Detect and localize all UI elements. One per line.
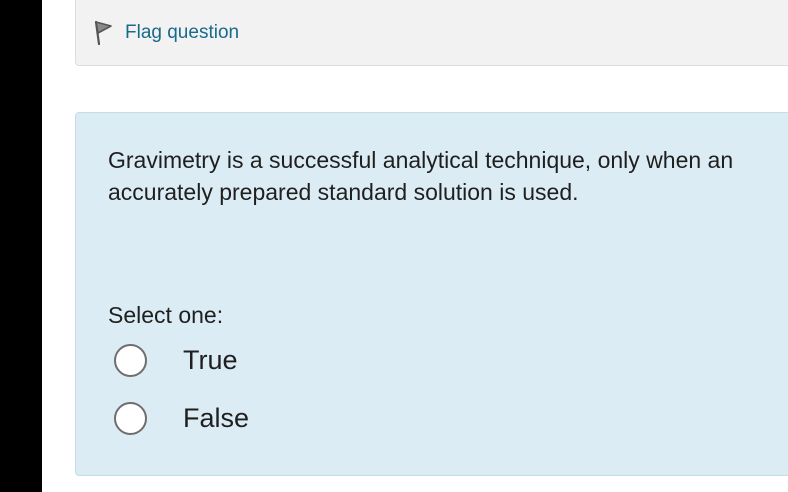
flag-question-link[interactable]: Flag question — [93, 20, 239, 46]
answer-option-false[interactable]: False — [114, 401, 249, 435]
question-text: Gravimetry is a successful analytical te… — [108, 147, 734, 205]
question-content-panel: Gravimetry is a successful analytical te… — [75, 112, 788, 476]
flag-question-label: Flag question — [125, 22, 240, 43]
radio-true[interactable] — [114, 343, 147, 377]
answer-label-true: True — [183, 345, 238, 375]
answer-label-false: False — [183, 403, 250, 433]
radio-false[interactable] — [114, 401, 147, 435]
answer-prompt: Select one: — [108, 302, 224, 328]
flag-icon — [93, 20, 113, 46]
answer-option-true[interactable]: True — [114, 343, 238, 377]
quiz-page: Flag question Gravimetry is a successful… — [42, 0, 788, 492]
question-info-panel: Flag question — [75, 0, 788, 66]
